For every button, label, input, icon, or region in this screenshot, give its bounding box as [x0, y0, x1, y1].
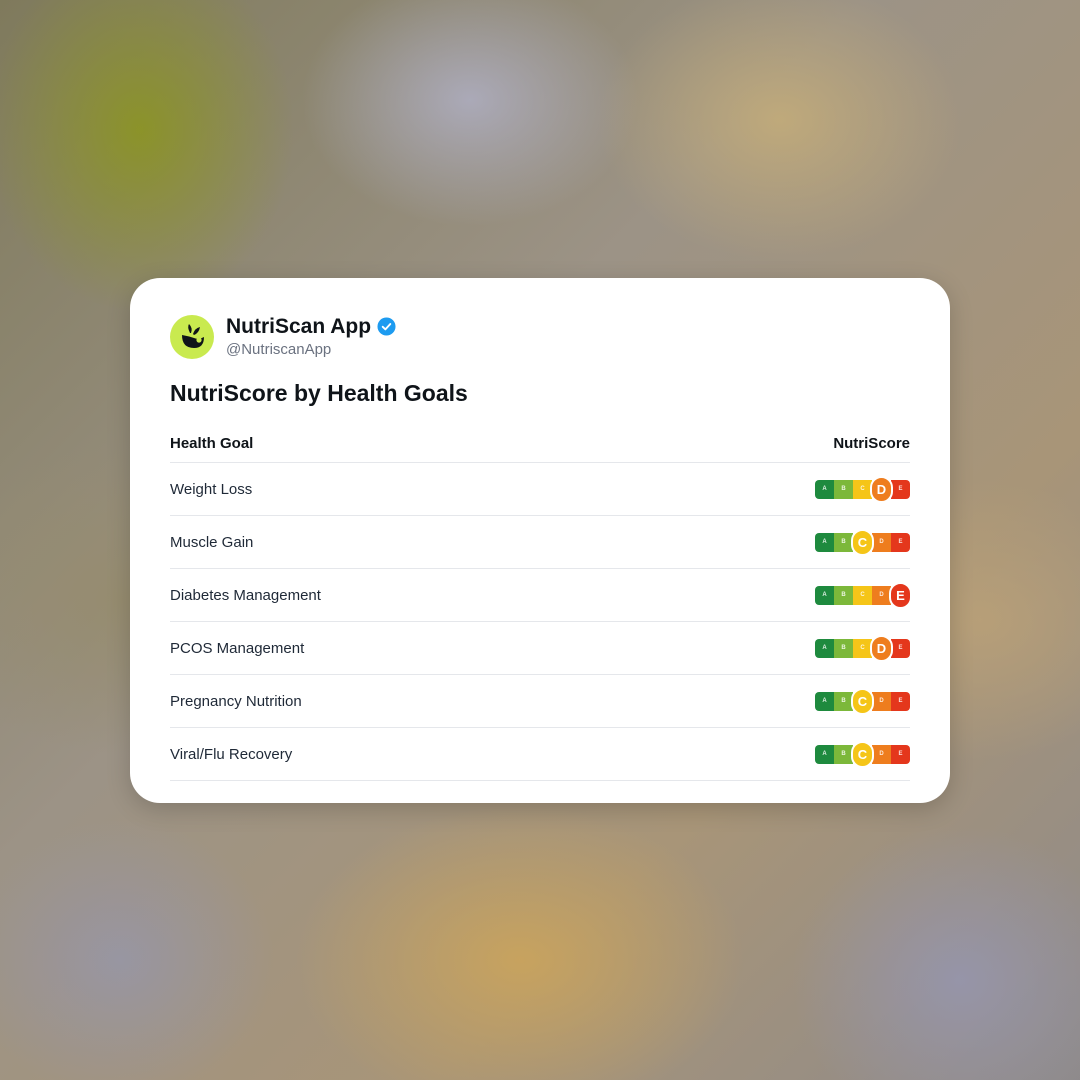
nutriscore-grade-c: C [853, 585, 872, 605]
post-title: NutriScore by Health Goals [170, 380, 468, 406]
table-row: Viral/Flu Recovery A B C D E [170, 728, 910, 781]
avatar[interactable] [170, 315, 214, 359]
nutriscore-grade-a: A [815, 532, 834, 552]
nutriscan-logo-icon [182, 324, 204, 348]
nutriscore-badge: ABCDE [815, 634, 910, 662]
table-row: PCOS Management A B C D E [170, 622, 910, 675]
post-card: NutriScan App @NutriscanApp NutriScore b… [130, 278, 950, 803]
nutriscore-grade-a: A [815, 744, 834, 764]
health-goal-label: Pregnancy Nutrition [170, 692, 302, 710]
table-row: Muscle Gain A B C D E [170, 516, 910, 569]
nutriscore-grade-c: C [851, 740, 874, 768]
nutriscore-grade-b: B [834, 585, 853, 605]
nutriscore-grade-a: A [815, 691, 834, 711]
health-goal-label: Diabetes Management [170, 586, 321, 604]
column-header-health-goal: Health Goal [170, 434, 254, 452]
health-goal-label: PCOS Management [170, 639, 305, 657]
table-body: Weight Loss A B C D E Muscle Gain A B C D E Diabetes… [170, 463, 912, 781]
nutriscore-grade-d: D [870, 475, 893, 503]
account-handle[interactable]: @NutriscanApp [226, 340, 396, 360]
nutriscore-grade-d: D [872, 744, 891, 764]
nutriscore-grade-e: E [891, 532, 910, 552]
nutriscore-grade-e: E [889, 581, 912, 609]
account-identity: NutriScan App @NutriscanApp [226, 315, 396, 360]
nutriscore-grade-e: E [891, 638, 910, 658]
health-goal-label: Weight Loss [170, 480, 253, 498]
nutriscore-grade-a: A [815, 585, 834, 605]
nutriscore-badge: ABCDE [815, 528, 910, 556]
nutriscore-badge: ABCDE [815, 475, 910, 503]
health-goal-label: Viral/Flu Recovery [170, 745, 293, 763]
nutriscore-grade-e: E [891, 744, 910, 764]
nutriscore-grade-c: C [851, 687, 874, 715]
nutriscore-badge: ABCDE [815, 740, 910, 768]
nutriscore-grade-e: E [891, 691, 910, 711]
nutriscore-grade-a: A [815, 638, 834, 658]
health-goal-table: Health Goal NutriScore Weight Loss A B C D E M… [170, 424, 912, 781]
table-row: Pregnancy Nutrition A B C D E [170, 675, 910, 728]
nutriscore-grade-d: D [872, 691, 891, 711]
nutriscore-grade-a: A [815, 479, 834, 499]
nutriscore-grade-e: E [891, 479, 910, 499]
nutriscore-grade-c: C [851, 528, 874, 556]
column-header-nutriscore: NutriScore [833, 434, 910, 452]
health-goal-label: Muscle Gain [170, 533, 254, 551]
account-name[interactable]: NutriScan App [226, 315, 371, 339]
table-header: Health Goal NutriScore [170, 424, 910, 463]
post-header: NutriScan App @NutriscanApp [170, 314, 910, 360]
nutriscore-badge: ABCDE [815, 581, 912, 609]
table-row: Diabetes Management A B C D E [170, 569, 912, 622]
nutriscore-badge: ABCDE [815, 687, 910, 715]
nutriscore-grade-b: B [834, 638, 853, 658]
table-row: Weight Loss A B C D E [170, 463, 910, 516]
verified-badge-icon [377, 317, 396, 336]
nutriscore-grade-b: B [834, 479, 853, 499]
nutriscore-grade-d: D [872, 532, 891, 552]
nutriscore-grade-d: D [870, 634, 893, 662]
account-name-row: NutriScan App [226, 315, 396, 339]
